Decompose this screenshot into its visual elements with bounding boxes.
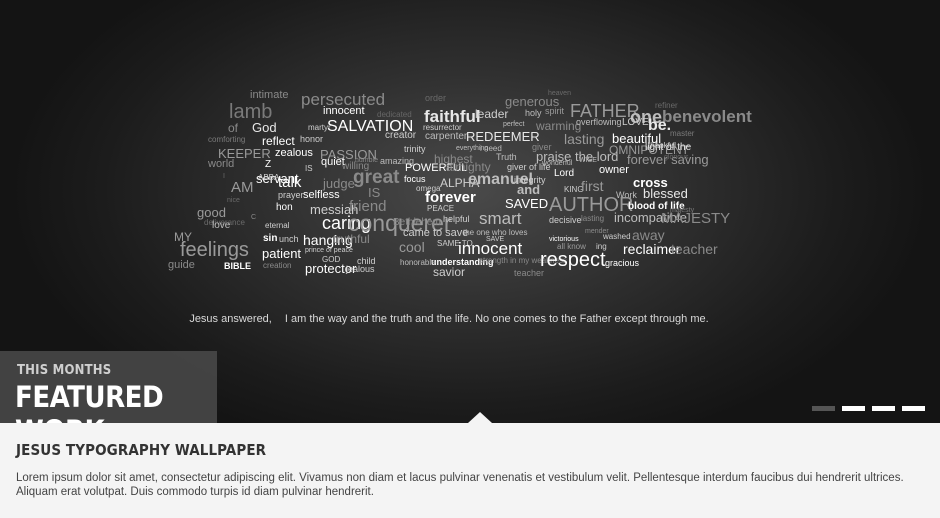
cloud-word: MAJESTY [661, 210, 731, 227]
cloud-word: smart [479, 209, 522, 228]
cloud-word: God [252, 120, 277, 135]
cloud-word: order [425, 93, 447, 103]
cloud-word: hon [276, 202, 293, 213]
cloud-word: spirit [545, 106, 565, 116]
cloud-word: truthful [333, 232, 370, 246]
cloud-word: creation [263, 261, 292, 270]
caption-body: Lorem ipsum dolor sit amet, consectetur … [16, 472, 904, 498]
cloud-word: benevolent [662, 107, 752, 126]
cloud-word: creator [385, 130, 417, 141]
cloud-word: perfect [503, 121, 525, 128]
cloud-word: cool [399, 239, 425, 255]
cloud-word: intimate [250, 89, 289, 101]
cloud-word: holy [525, 108, 542, 118]
cloud-word: innocent [458, 239, 523, 258]
cloud-word: guide [168, 259, 195, 271]
cloud-word: lasting [581, 214, 605, 223]
caption-title: JESUS TYPOGRAPHY WALLPAPER [16, 441, 267, 459]
cloud-word: patient [262, 246, 302, 261]
cloud-word: owner [599, 164, 629, 176]
cloud-word: talk [278, 174, 302, 191]
slide-caption: JESUS TYPOGRAPHY WALLPAPER Lorem ipsum d… [0, 423, 940, 518]
cloud-word: zealous [275, 147, 313, 159]
featured-slider: intimate persecuted order generous heaven ref… [0, 0, 940, 518]
cloud-word: blessed [643, 186, 688, 201]
cloud-word: C [251, 214, 257, 221]
cloud-word: I [223, 173, 225, 180]
cloud-word: REDEEMER [466, 129, 540, 144]
slider-dot-2[interactable] [842, 406, 865, 411]
cloud-word: jealous [346, 264, 375, 274]
cloud-word: washed [603, 232, 631, 241]
cloud-word: prince of peace [305, 247, 353, 254]
cloud-word: honor [300, 134, 324, 144]
cloud-word: overflowing [576, 117, 622, 127]
cloud-word: of [228, 121, 239, 135]
cloud-word: innocent [323, 105, 365, 117]
cloud-word: carpenter [425, 131, 468, 142]
slider-dot-3[interactable] [872, 406, 895, 411]
cloud-word: ABBA [258, 173, 280, 182]
cloud-word: Lord [554, 168, 575, 179]
caption-pointer-arrow [468, 412, 492, 423]
cloud-word: IS [305, 164, 313, 173]
cloud-word: teacher [671, 241, 718, 257]
cloud-word: first [581, 178, 604, 194]
cloud-word: savior [433, 265, 466, 279]
cloud-word: helpful [443, 214, 470, 224]
cloud-word: heaven [548, 90, 571, 97]
cloud-word: trinity [404, 144, 426, 154]
cloud-word: away [632, 227, 665, 243]
cloud-word: Z [265, 159, 272, 170]
cloud-word: decisive [549, 215, 582, 225]
cloud-word: lamb [229, 101, 273, 123]
cloud-word: love [212, 220, 231, 231]
cloud-word: unch [279, 234, 299, 244]
cloud-word: BIBLE [224, 261, 251, 271]
cloud-word: leader [475, 107, 509, 121]
quote-part-2: I am the way and the truth and the life.… [284, 313, 709, 325]
cloud-word: AM [231, 179, 254, 196]
cloud-word: honorable [400, 258, 436, 267]
cloud-word: nice [227, 197, 240, 204]
cloud-word: comforting [208, 135, 246, 144]
cloud-word: selfless [303, 189, 340, 201]
cloud-word: LOVE [622, 117, 649, 128]
cloud-word: came to save [403, 227, 469, 239]
slider-dot-1[interactable] [812, 406, 835, 411]
featured-subtitle: THIS MONTHS [17, 363, 112, 378]
cloud-word: Truth [496, 152, 517, 162]
slider-dot-4[interactable] [902, 406, 925, 411]
cloud-word: wonderful [542, 160, 573, 167]
cloud-word: prayer [278, 190, 304, 200]
cloud-word: teacher [514, 268, 545, 278]
cloud-word: focus [404, 174, 426, 184]
cloud-word: eternal [265, 221, 290, 230]
cloud-word: glorious [664, 154, 689, 161]
cloud-word: forever [425, 189, 476, 206]
cloud-word: master [670, 129, 695, 138]
cloud-word: respect [540, 249, 606, 271]
cloud-word: GOD [322, 255, 341, 264]
cloud-word: sin [263, 233, 278, 244]
cloud-word: lasting [564, 131, 605, 147]
cloud-word: and [517, 182, 541, 197]
cloud-word: gracious [605, 258, 640, 268]
cloud-word: world [208, 158, 235, 170]
quote-part-1: Jesus answered, [189, 313, 272, 325]
slide-quote: Jesus answered, I am the way and the tru… [0, 313, 898, 325]
cloud-word: feelings [180, 239, 249, 261]
cloud-word: WISE [579, 157, 597, 164]
featured-work-label: THIS MONTHS FEATURED WORK [0, 351, 217, 448]
